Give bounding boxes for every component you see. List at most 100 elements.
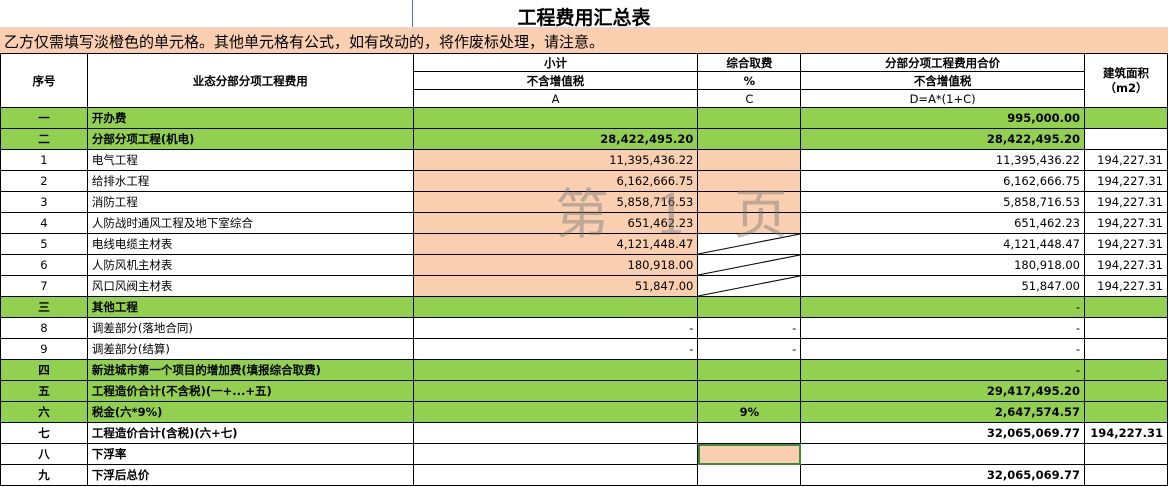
cell-fee[interactable] xyxy=(697,128,802,150)
header-fee[interactable]: 综合取费 xyxy=(697,53,802,72)
cell-total[interactable]: 2,647,574.57 xyxy=(800,401,1085,423)
cell-name[interactable]: 下浮率 xyxy=(86,443,414,465)
cell-no[interactable]: 8 xyxy=(0,317,88,339)
cell-subtotal[interactable]: 5,858,716.53 xyxy=(412,191,699,213)
cell-fee[interactable] xyxy=(697,422,802,444)
notice-banner[interactable]: 乙方仅需填写淡橙色的单元格。其他单元格有公式，如有改动的，将作废标处理，请注意。 xyxy=(0,27,1168,54)
discount-rate-input[interactable] xyxy=(697,443,802,465)
cell-fee[interactable] xyxy=(697,464,802,486)
cell-fee[interactable]: - xyxy=(697,317,802,339)
cell-subtotal[interactable] xyxy=(412,359,699,381)
cell-name[interactable]: 税金(六*9%) xyxy=(86,401,414,423)
cell-fee[interactable] xyxy=(697,380,802,402)
cell-no[interactable]: 4 xyxy=(0,212,88,234)
cell-fee[interactable] xyxy=(697,107,802,129)
cell-name[interactable]: 调差部分(结算) xyxy=(86,338,414,360)
cell-fee-na[interactable] xyxy=(697,233,802,255)
cell-name[interactable]: 人防战时通风工程及地下室综合 xyxy=(86,212,414,234)
cell-area[interactable] xyxy=(1083,464,1168,486)
cell-fee[interactable] xyxy=(697,149,802,171)
cell-name[interactable]: 给排水工程 xyxy=(86,170,414,192)
cell-area[interactable]: 194,227.31 xyxy=(1083,191,1168,213)
cell-area[interactable] xyxy=(1083,296,1168,318)
cell-area[interactable]: 194,227.31 xyxy=(1083,275,1168,297)
cell-name[interactable]: 分部分项工程(机电) xyxy=(86,128,414,150)
cell-name[interactable]: 消防工程 xyxy=(86,191,414,213)
cell-name[interactable]: 电气工程 xyxy=(86,149,414,171)
cell-subtotal[interactable] xyxy=(412,464,699,486)
cell-total[interactable]: 180,918.00 xyxy=(800,254,1085,276)
cell-total[interactable] xyxy=(800,443,1085,465)
header-fee-letter[interactable]: C xyxy=(697,89,802,108)
cell-subtotal[interactable]: 51,847.00 xyxy=(412,275,699,297)
header-subtotal-letter[interactable]: A xyxy=(412,89,699,108)
cell-subtotal[interactable] xyxy=(412,443,699,465)
cell-area[interactable] xyxy=(1083,359,1168,381)
cell-no[interactable]: 2 xyxy=(0,170,88,192)
cell-fee[interactable] xyxy=(697,212,802,234)
cell-total[interactable]: 51,847.00 xyxy=(800,275,1085,297)
cell-area[interactable]: 194,227.31 xyxy=(1083,233,1168,255)
cell-subtotal[interactable]: 28,422,495.20 xyxy=(412,128,699,150)
header-subtotal[interactable]: 小计 xyxy=(412,53,699,72)
cell-subtotal[interactable]: 11,395,436.22 xyxy=(412,149,699,171)
header-total[interactable]: 分部分项工程费用合价 xyxy=(800,53,1085,72)
cell-name[interactable]: 其他工程 xyxy=(86,296,414,318)
cell-subtotal[interactable] xyxy=(412,401,699,423)
cell-area[interactable] xyxy=(1083,128,1168,150)
cell-total[interactable]: 6,162,666.75 xyxy=(800,170,1085,192)
cell-subtotal[interactable]: - xyxy=(412,338,699,360)
cell-name[interactable]: 工程造价合计(不含税)(一+...+五) xyxy=(86,380,414,402)
cell-no[interactable]: 3 xyxy=(0,191,88,213)
header-fee-unit[interactable]: % xyxy=(697,71,802,90)
cell-no[interactable]: 二 xyxy=(0,128,88,150)
cell-name[interactable]: 风口风阀主材表 xyxy=(86,275,414,297)
cell-no[interactable]: 7 xyxy=(0,275,88,297)
cell-total[interactable]: - xyxy=(800,317,1085,339)
header-subtotal-sub[interactable]: 不含增值税 xyxy=(412,71,699,90)
cell-name[interactable]: 人防风机主材表 xyxy=(86,254,414,276)
cell-total[interactable]: - xyxy=(800,296,1085,318)
cell-area[interactable] xyxy=(1083,338,1168,360)
header-area[interactable]: 建筑面积 （m2） xyxy=(1083,53,1168,108)
cell-area[interactable] xyxy=(1083,317,1168,339)
cell-subtotal[interactable]: 4,121,448.47 xyxy=(412,233,699,255)
cell-name[interactable]: 电线电缆主材表 xyxy=(86,233,414,255)
cell-total[interactable]: 29,417,495.20 xyxy=(800,380,1085,402)
cell-subtotal[interactable] xyxy=(412,107,699,129)
cell-total[interactable]: 32,065,069.77 xyxy=(800,422,1085,444)
cell-no[interactable]: 九 xyxy=(0,464,88,486)
cell-area[interactable]: 194,227.31 xyxy=(1083,170,1168,192)
cell-name[interactable]: 下浮后总价 xyxy=(86,464,414,486)
cell-name[interactable]: 调差部分(落地合同) xyxy=(86,317,414,339)
cell-total[interactable]: 32,065,069.77 xyxy=(800,464,1085,486)
cell-no[interactable]: 四 xyxy=(0,359,88,381)
header-name[interactable]: 业态分部分项工程费用 xyxy=(86,53,414,108)
cell-no[interactable]: 9 xyxy=(0,338,88,360)
cell-total[interactable]: - xyxy=(800,359,1085,381)
cell-name[interactable]: 开办费 xyxy=(86,107,414,129)
cell-total[interactable]: 28,422,495.20 xyxy=(800,128,1085,150)
cell-area[interactable] xyxy=(1083,443,1168,465)
cell-no[interactable]: 6 xyxy=(0,254,88,276)
cell-fee[interactable] xyxy=(697,296,802,318)
cell-no[interactable]: 六 xyxy=(0,401,88,423)
cell-total[interactable]: 11,395,436.22 xyxy=(800,149,1085,171)
cell-area[interactable]: 194,227.31 xyxy=(1083,422,1168,444)
cell-fee[interactable] xyxy=(697,170,802,192)
cell-no[interactable]: 七 xyxy=(0,422,88,444)
cell-subtotal[interactable]: 180,918.00 xyxy=(412,254,699,276)
cell-no[interactable]: 八 xyxy=(0,443,88,465)
header-total-formula[interactable]: D=A*(1+C) xyxy=(800,89,1085,108)
cell-area[interactable]: 194,227.31 xyxy=(1083,149,1168,171)
cell-name[interactable]: 工程造价合计(含税)(六+七) xyxy=(86,422,414,444)
cell-fee[interactable] xyxy=(697,191,802,213)
cell-no[interactable]: 5 xyxy=(0,233,88,255)
cell-area[interactable] xyxy=(1083,380,1168,402)
header-no[interactable]: 序号 xyxy=(0,53,88,108)
cell-no[interactable]: 一 xyxy=(0,107,88,129)
cell-area[interactable] xyxy=(1083,107,1168,129)
cell-total[interactable]: - xyxy=(800,338,1085,360)
cell-total[interactable]: 651,462.23 xyxy=(800,212,1085,234)
cell-fee[interactable]: - xyxy=(697,338,802,360)
